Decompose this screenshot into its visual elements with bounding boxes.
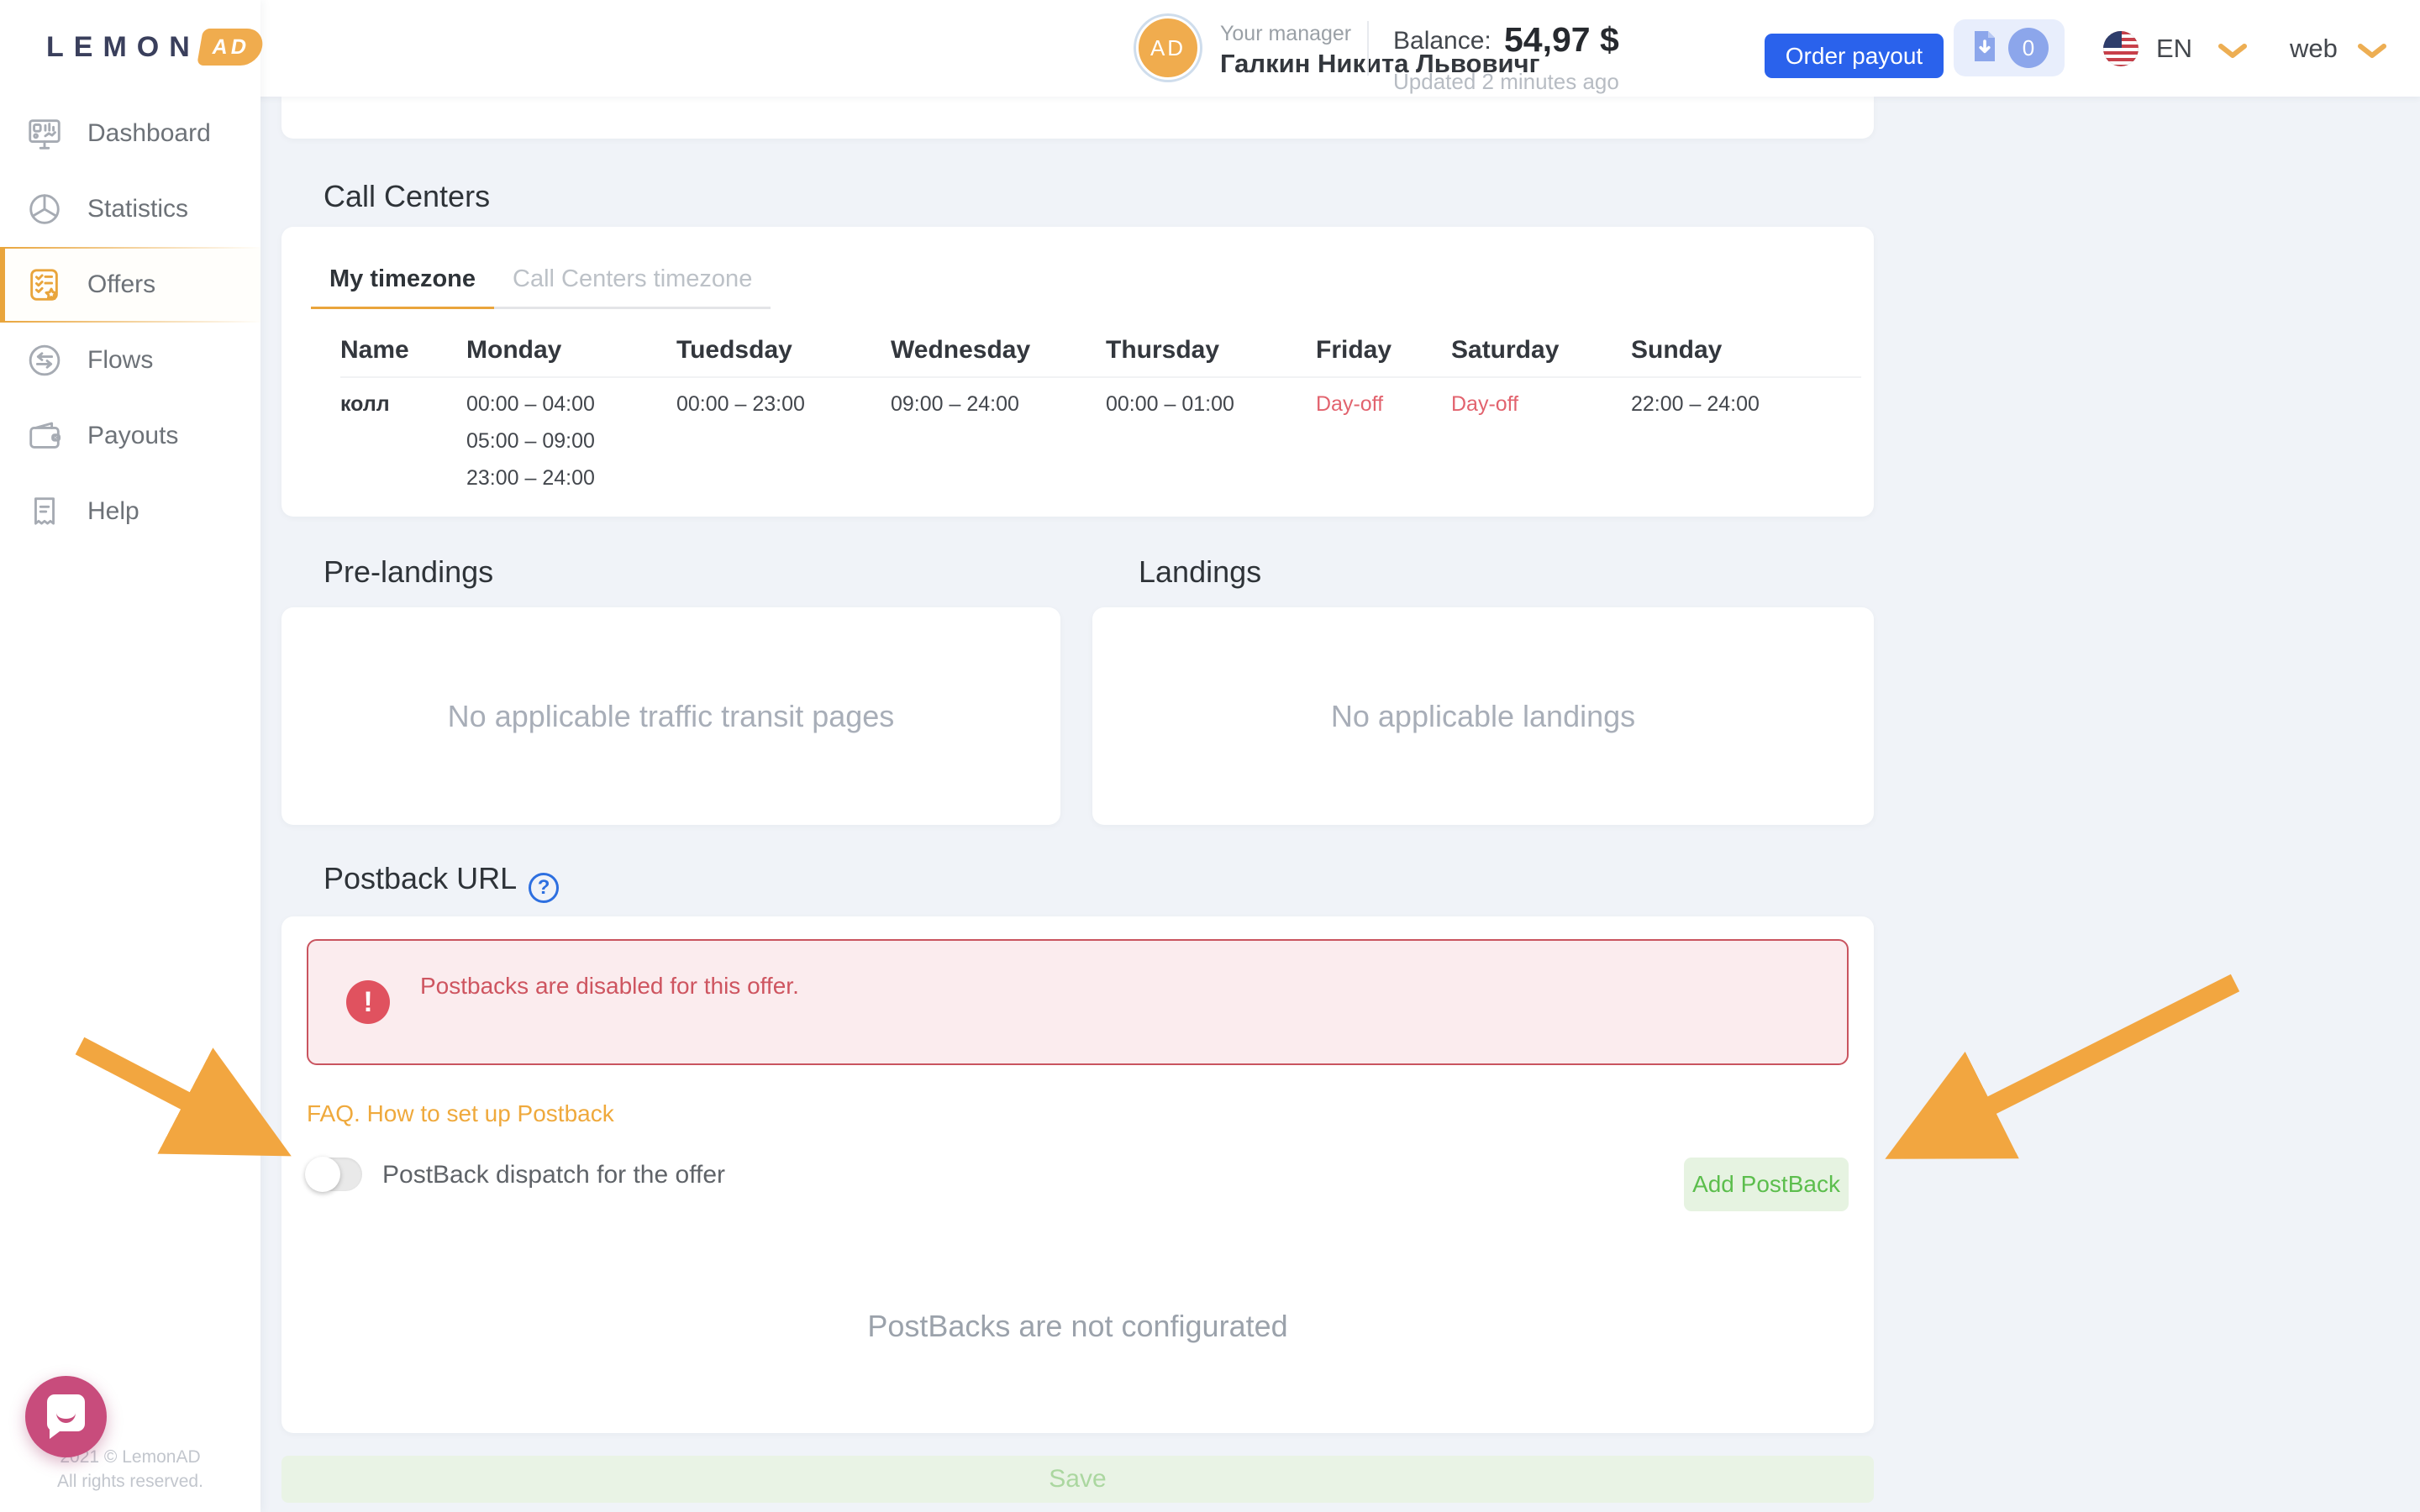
sidebar-item-label: Flows — [87, 346, 153, 375]
payouts-icon — [25, 417, 64, 455]
monday-hours: 00:00 – 04:00 05:00 – 09:00 23:00 – 24:0… — [466, 391, 676, 502]
logo-text: LEMON — [46, 31, 200, 64]
tuesday-hours: 00:00 – 23:00 — [676, 391, 891, 502]
tab-my-timezone[interactable]: My timezone — [311, 265, 494, 309]
scrolled-card-bottom — [281, 97, 1874, 139]
language-selector[interactable]: EN — [2156, 34, 2192, 64]
documents-count-badge: 0 — [2008, 28, 2049, 68]
manager-label: Your manager — [1220, 22, 1351, 46]
call-centers-title: Call Centers — [324, 179, 490, 214]
sidebar-item-offers[interactable]: Offers — [0, 247, 260, 323]
main-content: Call Centers My timezone Call Centers ti… — [260, 97, 2420, 1512]
friday-hours: Day-off — [1316, 391, 1451, 502]
documents-button[interactable]: 0 — [1954, 19, 2065, 76]
us-flag-icon — [2103, 31, 2139, 66]
postback-url-title: Postback URL? — [324, 861, 559, 903]
schedule-table-header: Name Monday Tuedsday Wednesday Thursday … — [340, 338, 1861, 378]
postback-disabled-alert: ! Postbacks are disabled for this offer. — [307, 939, 1849, 1065]
sidebar-item-payouts[interactable]: Payouts — [0, 398, 260, 474]
sidebar-item-statistics[interactable]: Statistics — [0, 171, 260, 247]
pre-landings-title: Pre-landings — [324, 554, 493, 590]
sidebar-item-flows[interactable]: Flows — [0, 323, 260, 398]
header-divider — [1367, 21, 1369, 76]
pre-landings-empty-text: No applicable traffic transit pages — [281, 607, 1060, 825]
document-download-icon — [1970, 29, 2000, 67]
order-payout-button[interactable]: Order payout — [1765, 34, 1944, 78]
traffic-type-selector[interactable]: web — [2290, 34, 2338, 64]
call-center-name: колл — [340, 391, 466, 502]
chat-widget-button[interactable] — [25, 1376, 107, 1457]
wednesday-hours: 09:00 – 24:00 — [891, 391, 1106, 502]
language-chevron-down-icon[interactable] — [2218, 44, 2247, 59]
save-button[interactable]: Save — [281, 1456, 1874, 1503]
help-icon — [25, 492, 64, 531]
sidebar-item-label: Dashboard — [87, 119, 211, 148]
alert-message: Postbacks are disabled for this offer. — [420, 973, 799, 1000]
traffic-type-chevron-down-icon[interactable] — [2358, 44, 2386, 59]
chat-bubble-icon — [47, 1394, 85, 1431]
toggle-knob — [305, 1157, 340, 1192]
postback-dispatch-label: PostBack dispatch for the offer — [382, 1161, 725, 1189]
sidebar: LEMON AD Dashboard Statistics Offers Fl — [0, 0, 260, 1512]
saturday-hours: Day-off — [1451, 391, 1631, 502]
balance-value: 54,97 $ — [1504, 20, 1619, 60]
sidebar-item-help[interactable]: Help — [0, 474, 260, 549]
sidebar-item-label: Help — [87, 497, 139, 526]
top-bar: AD Your manager Галкин Никита Львовичг B… — [0, 0, 2420, 97]
statistics-icon — [25, 190, 64, 228]
sidebar-nav: Dashboard Statistics Offers Flows Payout… — [0, 96, 260, 549]
add-postback-button[interactable]: Add PostBack — [1684, 1158, 1849, 1211]
sunday-hours: 22:00 – 24:00 — [1631, 391, 1861, 502]
logo-badge: AD — [197, 29, 266, 66]
balance-updated: Updated 2 minutes ago — [1393, 69, 1619, 95]
thursday-hours: 00:00 – 01:00 — [1106, 391, 1316, 502]
copyright: 2021 © LemonAD All rights reserved. — [0, 1445, 260, 1494]
postbacks-empty-text: PostBacks are not configurated — [281, 1309, 1874, 1344]
schedule-table-row: колл 00:00 – 04:00 05:00 – 09:00 23:00 –… — [340, 391, 1861, 502]
dashboard-icon — [25, 114, 64, 153]
postback-card: ! Postbacks are disabled for this offer.… — [281, 916, 1874, 1433]
faq-postback-link[interactable]: FAQ. How to set up Postback — [307, 1100, 614, 1127]
sidebar-item-label: Offers — [87, 270, 155, 299]
tab-call-centers-timezone[interactable]: Call Centers timezone — [494, 265, 771, 307]
balance-label: Balance: — [1393, 27, 1491, 55]
offers-icon — [25, 265, 64, 304]
timezone-tabs: My timezone Call Centers timezone — [311, 265, 771, 309]
landings-title: Landings — [1139, 554, 1261, 590]
pre-landings-card: No applicable traffic transit pages — [281, 607, 1060, 825]
landings-card: No applicable landings — [1092, 607, 1874, 825]
help-question-icon[interactable]: ? — [529, 873, 559, 903]
flows-icon — [25, 341, 64, 380]
postback-dispatch-toggle[interactable] — [307, 1158, 362, 1191]
sidebar-item-label: Payouts — [87, 422, 178, 450]
manager-avatar: AD — [1136, 16, 1200, 80]
sidebar-item-label: Statistics — [87, 195, 188, 223]
call-centers-card: My timezone Call Centers timezone Name M… — [281, 227, 1874, 517]
error-exclamation-icon: ! — [346, 980, 390, 1024]
landings-empty-text: No applicable landings — [1092, 607, 1874, 825]
sidebar-item-dashboard[interactable]: Dashboard — [0, 96, 260, 171]
lemonad-logo: LEMON AD — [46, 29, 262, 66]
